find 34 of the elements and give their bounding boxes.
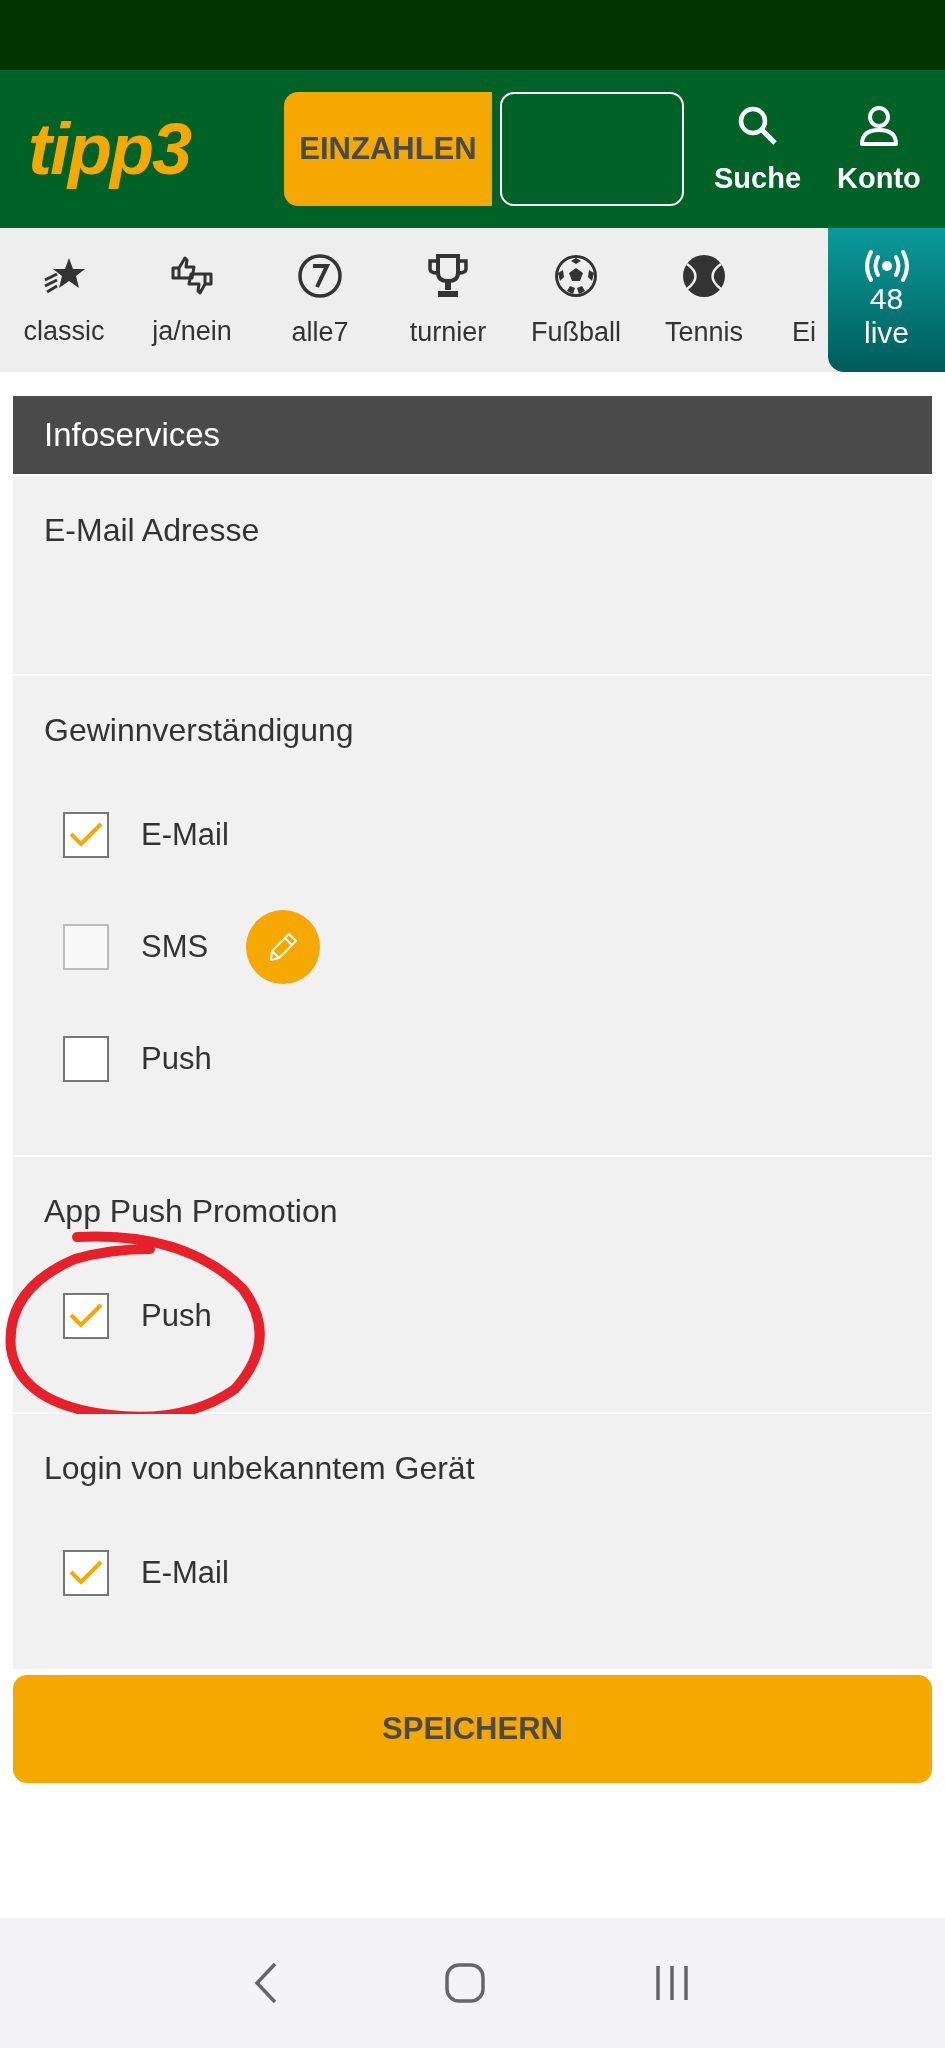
search-button[interactable]: Suche <box>714 103 802 195</box>
checkbox[interactable] <box>63 1293 109 1339</box>
deposit-button[interactable]: EINZAHLEN <box>284 92 492 206</box>
option-label: E-Mail <box>141 1555 229 1591</box>
balance-box[interactable] <box>500 92 684 206</box>
live-button[interactable]: 48 live <box>828 228 945 372</box>
trophy-icon <box>425 252 471 299</box>
football-icon <box>553 252 599 299</box>
section-header: Infoservices <box>13 396 932 474</box>
option-label: E-Mail <box>141 817 229 853</box>
save-button[interactable]: SPEICHERN <box>13 1675 932 1783</box>
option-label: Push <box>141 1298 212 1334</box>
sport-tab[interactable]: alle7 <box>256 228 384 372</box>
checkbox[interactable] <box>63 1550 109 1596</box>
sport-tab[interactable]: Ei <box>768 228 828 372</box>
option-label: Push <box>141 1041 212 1077</box>
sport-tab[interactable]: Fußball <box>512 228 640 372</box>
sport-tab[interactable]: classic <box>0 228 128 372</box>
group-title: Gewinnverständigung <box>44 712 355 749</box>
account-button[interactable]: Konto <box>837 103 921 195</box>
sport-tab[interactable]: Tennis <box>640 228 768 372</box>
group-title: App Push Promotion <box>44 1193 339 1230</box>
group-title: Login von unbekanntem Gerät <box>44 1450 476 1487</box>
sport-tab[interactable]: turnier <box>384 228 512 372</box>
home-icon[interactable] <box>444 1962 487 2004</box>
logo[interactable]: tipp3 <box>28 108 258 190</box>
checkbox[interactable] <box>63 1036 109 1082</box>
back-icon[interactable] <box>252 1961 279 2005</box>
checkbox[interactable] <box>63 812 109 858</box>
option-label: SMS <box>141 929 209 965</box>
seven-icon <box>297 252 343 299</box>
sport-tab[interactable]: ja/nein <box>128 228 256 372</box>
tennis-ball-icon <box>681 252 727 299</box>
group-title: E-Mail Adresse <box>44 512 261 549</box>
